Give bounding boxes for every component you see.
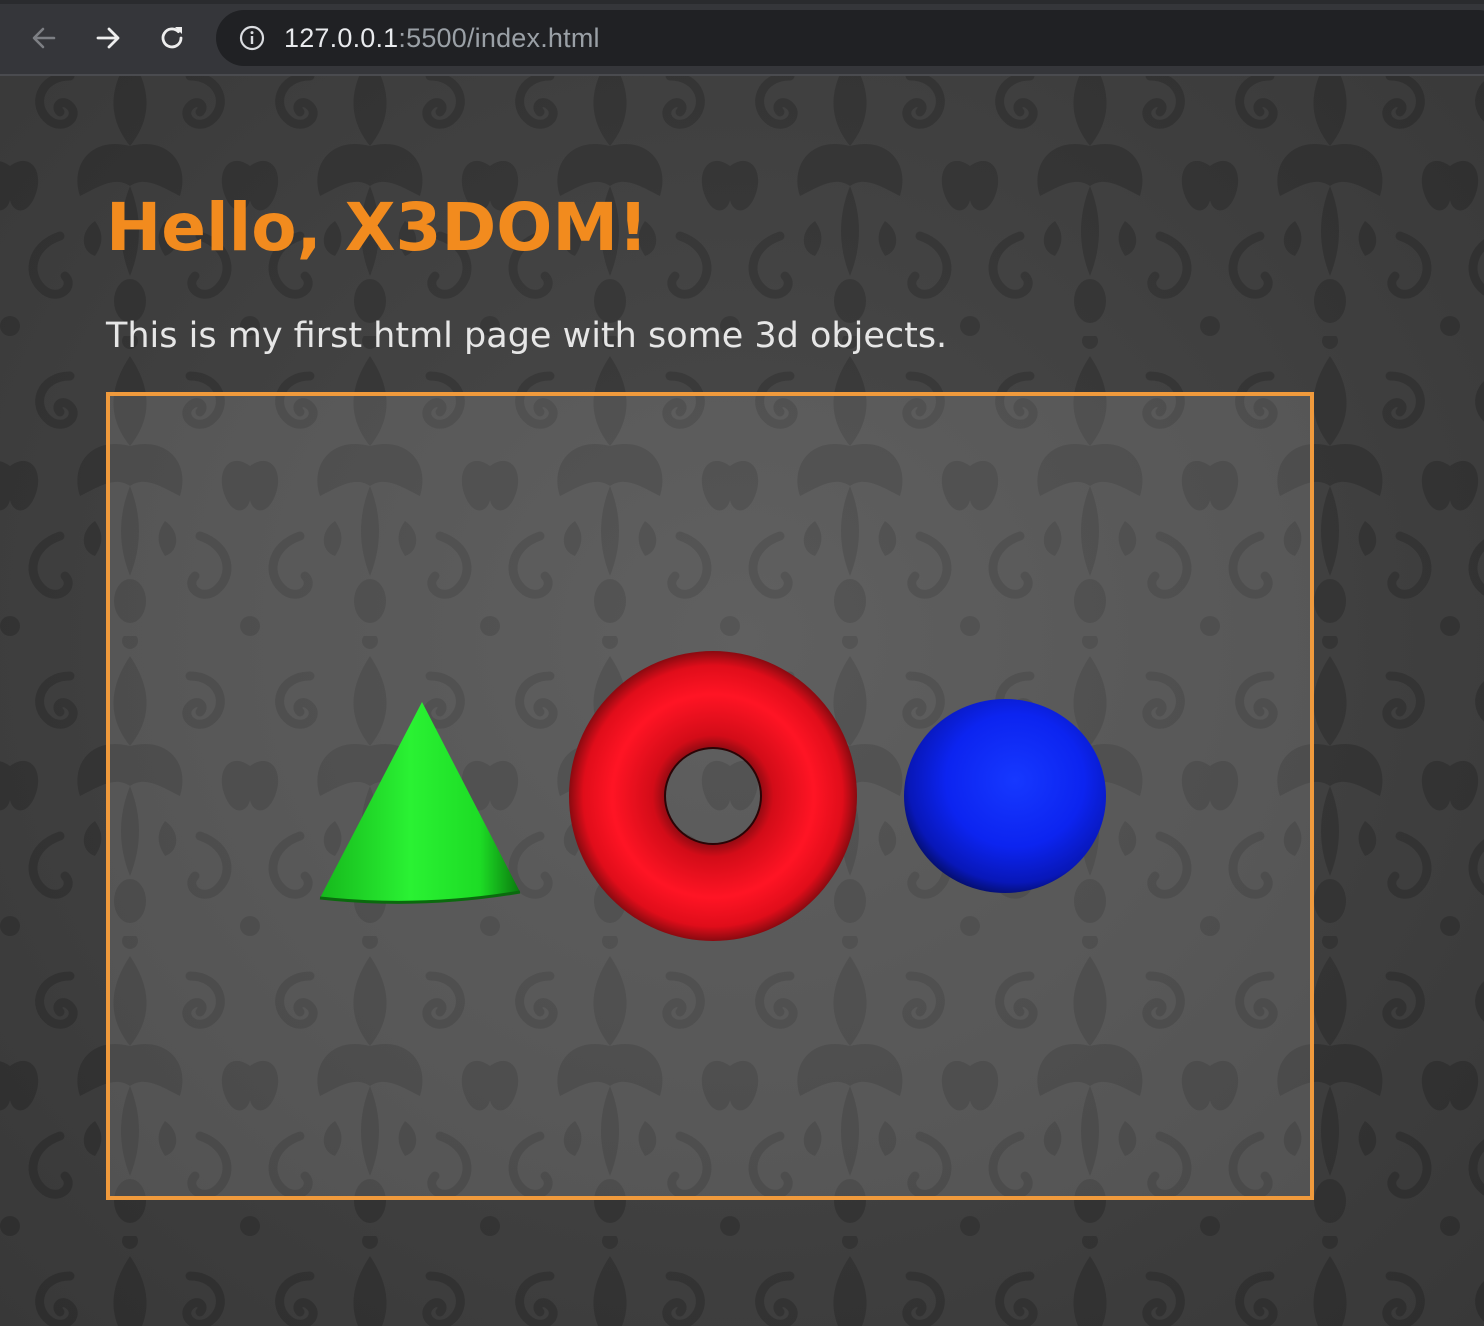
x3d-scene[interactable] — [106, 392, 1314, 1200]
url-host: 127.0.0.1 — [284, 23, 399, 53]
back-button[interactable] — [24, 18, 64, 58]
blue-sphere[interactable] — [904, 699, 1106, 893]
intro-paragraph: This is my first html page with some 3d … — [106, 316, 948, 356]
tab-strip-edge — [0, 0, 1484, 4]
reload-icon — [161, 27, 183, 49]
url-path: :5500/index.html — [398, 23, 600, 53]
red-torus[interactable] — [569, 651, 857, 941]
scene-objects[interactable] — [110, 396, 1310, 1196]
address-bar[interactable]: 127.0.0.1:5500/index.html — [216, 10, 1484, 66]
url-text[interactable]: 127.0.0.1:5500/index.html — [284, 22, 600, 54]
green-cone[interactable] — [319, 702, 521, 904]
reload-button[interactable] — [152, 18, 192, 58]
forward-button[interactable] — [88, 18, 128, 58]
page-title: Hello, X3DOM! — [106, 189, 649, 266]
arrow-right-icon — [96, 27, 120, 49]
arrow-left-icon — [32, 27, 56, 49]
page-viewport: Hello, X3DOM! This is my first html page… — [0, 76, 1484, 1326]
info-icon[interactable] — [238, 24, 266, 52]
browser-toolbar: 127.0.0.1:5500/index.html — [0, 0, 1484, 76]
